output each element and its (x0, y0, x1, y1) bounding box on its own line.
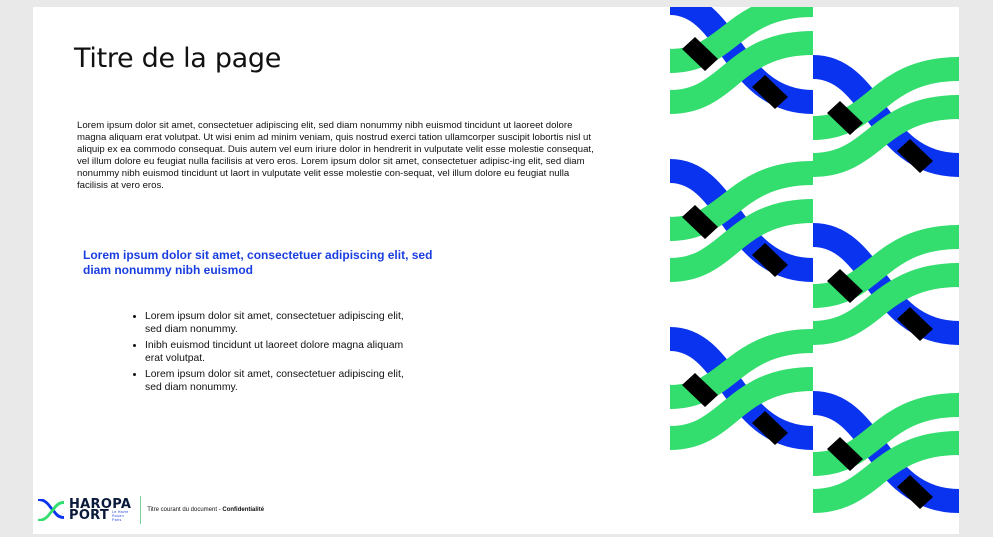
list-item: Lorem ipsum dolor sit amet, consectetuer… (145, 369, 405, 394)
footer-confidentiality: Confidentialité (222, 507, 265, 513)
decorative-wave-pattern (670, 7, 959, 534)
logo-sub-paris: Paris (112, 517, 122, 522)
footer-divider (140, 496, 142, 524)
bullet-list: Lorem ipsum dolor sit amet, consectetuer… (133, 311, 405, 398)
logo-wordmark: HAROPA PORT Le Havre Rouen Paris (69, 498, 131, 523)
highlight-text: Lorem ipsum dolor sit amet, consectetuer… (83, 248, 433, 277)
list-item: Lorem ipsum dolor sit amet, consectetuer… (145, 311, 405, 336)
logo-sub-le-havre: Le Havre (112, 509, 129, 514)
footer: HAROPA PORT Le Havre Rouen Paris Titre c… (38, 494, 264, 526)
footer-caption: Titre courant du document - Confidential… (147, 507, 264, 513)
footer-caption-text: Titre courant du document - (147, 507, 223, 513)
list-item: Inibh euismod tincidunt ut laoreet dolor… (145, 340, 405, 365)
body-paragraph: Lorem ipsum dolor sit amet, consectetuer… (77, 120, 594, 191)
logo-line2: PORT (69, 508, 110, 523)
haropa-logo-icon (38, 499, 64, 521)
slide: Titre de la page Lorem ipsum dolor sit a… (33, 7, 959, 534)
page-title: Titre de la page (74, 43, 282, 74)
